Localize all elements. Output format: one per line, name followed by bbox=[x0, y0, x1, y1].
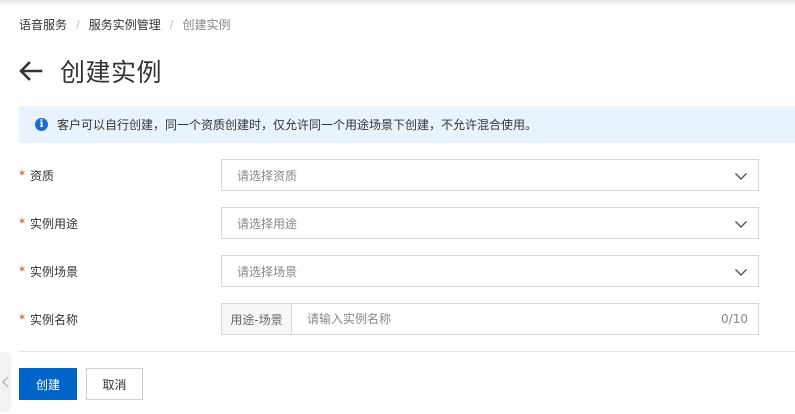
required-mark: * bbox=[19, 216, 25, 230]
qualification-select[interactable]: 请选择资质 bbox=[221, 159, 759, 191]
form-row-purpose: * 实例用途 请选择用途 bbox=[19, 207, 759, 239]
chevron-down-icon bbox=[735, 221, 747, 228]
qualification-label-text: 资质 bbox=[30, 168, 55, 183]
cancel-button[interactable]: 取消 bbox=[86, 368, 143, 400]
alert-message: 客户可以自行创建，同一个资质创建时，仅允许同一个用途场景下创建，不允许混合使用。 bbox=[57, 118, 538, 132]
qualification-select-placeholder: 请选择资质 bbox=[237, 168, 298, 183]
instance-name-input[interactable] bbox=[292, 304, 722, 334]
scene-label-text: 实例场景 bbox=[30, 264, 79, 279]
page-header: 创建实例 bbox=[18, 52, 162, 90]
form-row-instance-name: * 实例名称 用途-场景 0/10 bbox=[19, 303, 759, 335]
arrow-left-icon[interactable] bbox=[18, 58, 44, 84]
purpose-label-text: 实例用途 bbox=[30, 216, 79, 231]
instance-name-prefix: 用途-场景 bbox=[222, 304, 292, 334]
instance-name-label-text: 实例名称 bbox=[30, 312, 79, 327]
form-row-qualification: * 资质 请选择资质 bbox=[19, 159, 759, 191]
breadcrumb-item-create-instance: 创建实例 bbox=[182, 17, 231, 32]
character-counter: 0/10 bbox=[721, 312, 748, 326]
page-title: 创建实例 bbox=[60, 58, 163, 87]
purpose-select[interactable]: 请选择用途 bbox=[221, 207, 759, 239]
purpose-select-placeholder: 请选择用途 bbox=[237, 216, 298, 231]
breadcrumb-separator: / bbox=[169, 17, 174, 31]
chevron-down-icon bbox=[735, 269, 747, 276]
instance-name-field: 用途-场景 0/10 bbox=[221, 303, 759, 335]
breadcrumb-separator: / bbox=[76, 17, 80, 31]
scene-select-placeholder: 请选择场景 bbox=[237, 264, 298, 279]
instance-name-label: * 实例名称 bbox=[19, 303, 78, 335]
scene-label: * 实例场景 bbox=[19, 255, 78, 287]
required-mark: * bbox=[19, 312, 25, 326]
footer-divider bbox=[19, 351, 795, 352]
chevron-left-icon bbox=[2, 376, 9, 388]
sidebar-collapse-handle[interactable] bbox=[0, 352, 11, 412]
purpose-label: * 实例用途 bbox=[19, 207, 78, 239]
required-mark: * bbox=[19, 264, 25, 278]
form-row-scene: * 实例场景 请选择场景 bbox=[19, 255, 759, 287]
required-mark: * bbox=[19, 168, 25, 182]
breadcrumb: 语音服务 / 服务实例管理 / 创建实例 bbox=[19, 15, 230, 33]
chevron-down-icon bbox=[735, 173, 747, 180]
qualification-label: * 资质 bbox=[19, 159, 54, 191]
breadcrumb-item-voice-service[interactable]: 语音服务 bbox=[19, 16, 67, 33]
info-icon: i bbox=[35, 118, 48, 131]
scene-select[interactable]: 请选择场景 bbox=[221, 255, 759, 287]
info-alert: i 客户可以自行创建，同一个资质创建时，仅允许同一个用途场景下创建，不允许混合使… bbox=[19, 106, 795, 143]
create-button[interactable]: 创建 bbox=[19, 368, 77, 400]
breadcrumb-item-instance-management[interactable]: 服务实例管理 bbox=[89, 16, 161, 33]
top-bar-shadow bbox=[0, 0, 795, 6]
